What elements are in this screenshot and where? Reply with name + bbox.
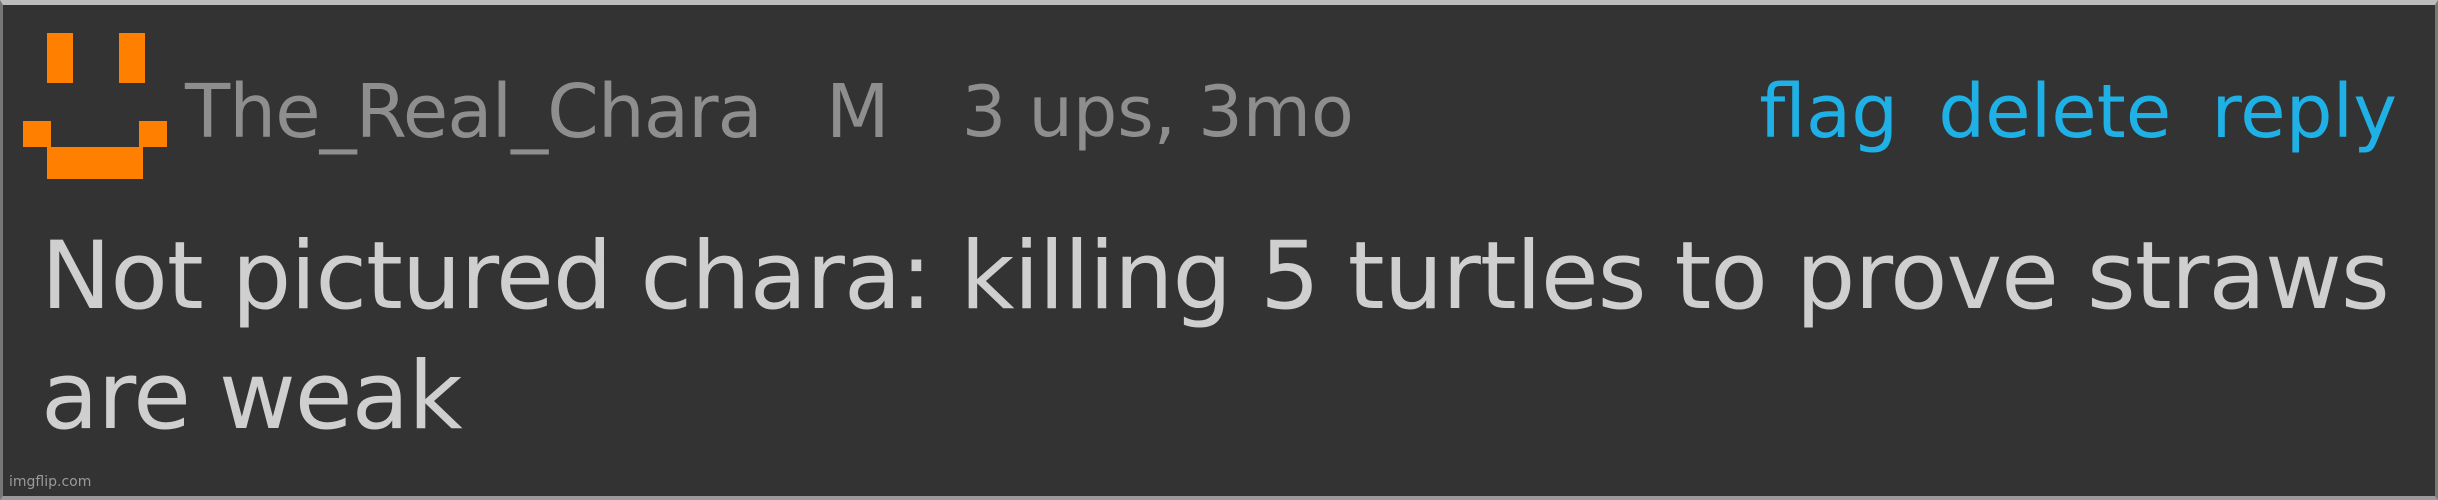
username-link[interactable]: The_Real_Chara [185, 69, 763, 155]
smiley-eye-left [47, 33, 73, 83]
watermark: imgflip.com [9, 474, 92, 490]
comment-body: Not pictured chara: killing 5 turtles to… [41, 222, 2390, 451]
pixel-smiley-icon[interactable] [23, 33, 167, 179]
gender-label: M [825, 69, 890, 155]
smiley-eye-right [119, 33, 145, 83]
smiley-mouth-right [139, 121, 167, 147]
comment-header: The_Real_Chara M 3 ups, 3mo [185, 57, 1354, 167]
reply-link[interactable]: reply [2211, 69, 2397, 155]
smiley-mouth-bottom [47, 147, 143, 179]
delete-link[interactable]: delete [1938, 69, 2171, 155]
comment-actions: flag delete reply [1719, 57, 2397, 167]
comment-meta: 3 ups, 3mo [961, 71, 1354, 153]
flag-link[interactable]: flag [1759, 69, 1898, 155]
comment-card: The_Real_Chara M 3 ups, 3mo flag delete … [0, 0, 2438, 500]
smiley-mouth-left [23, 121, 51, 147]
